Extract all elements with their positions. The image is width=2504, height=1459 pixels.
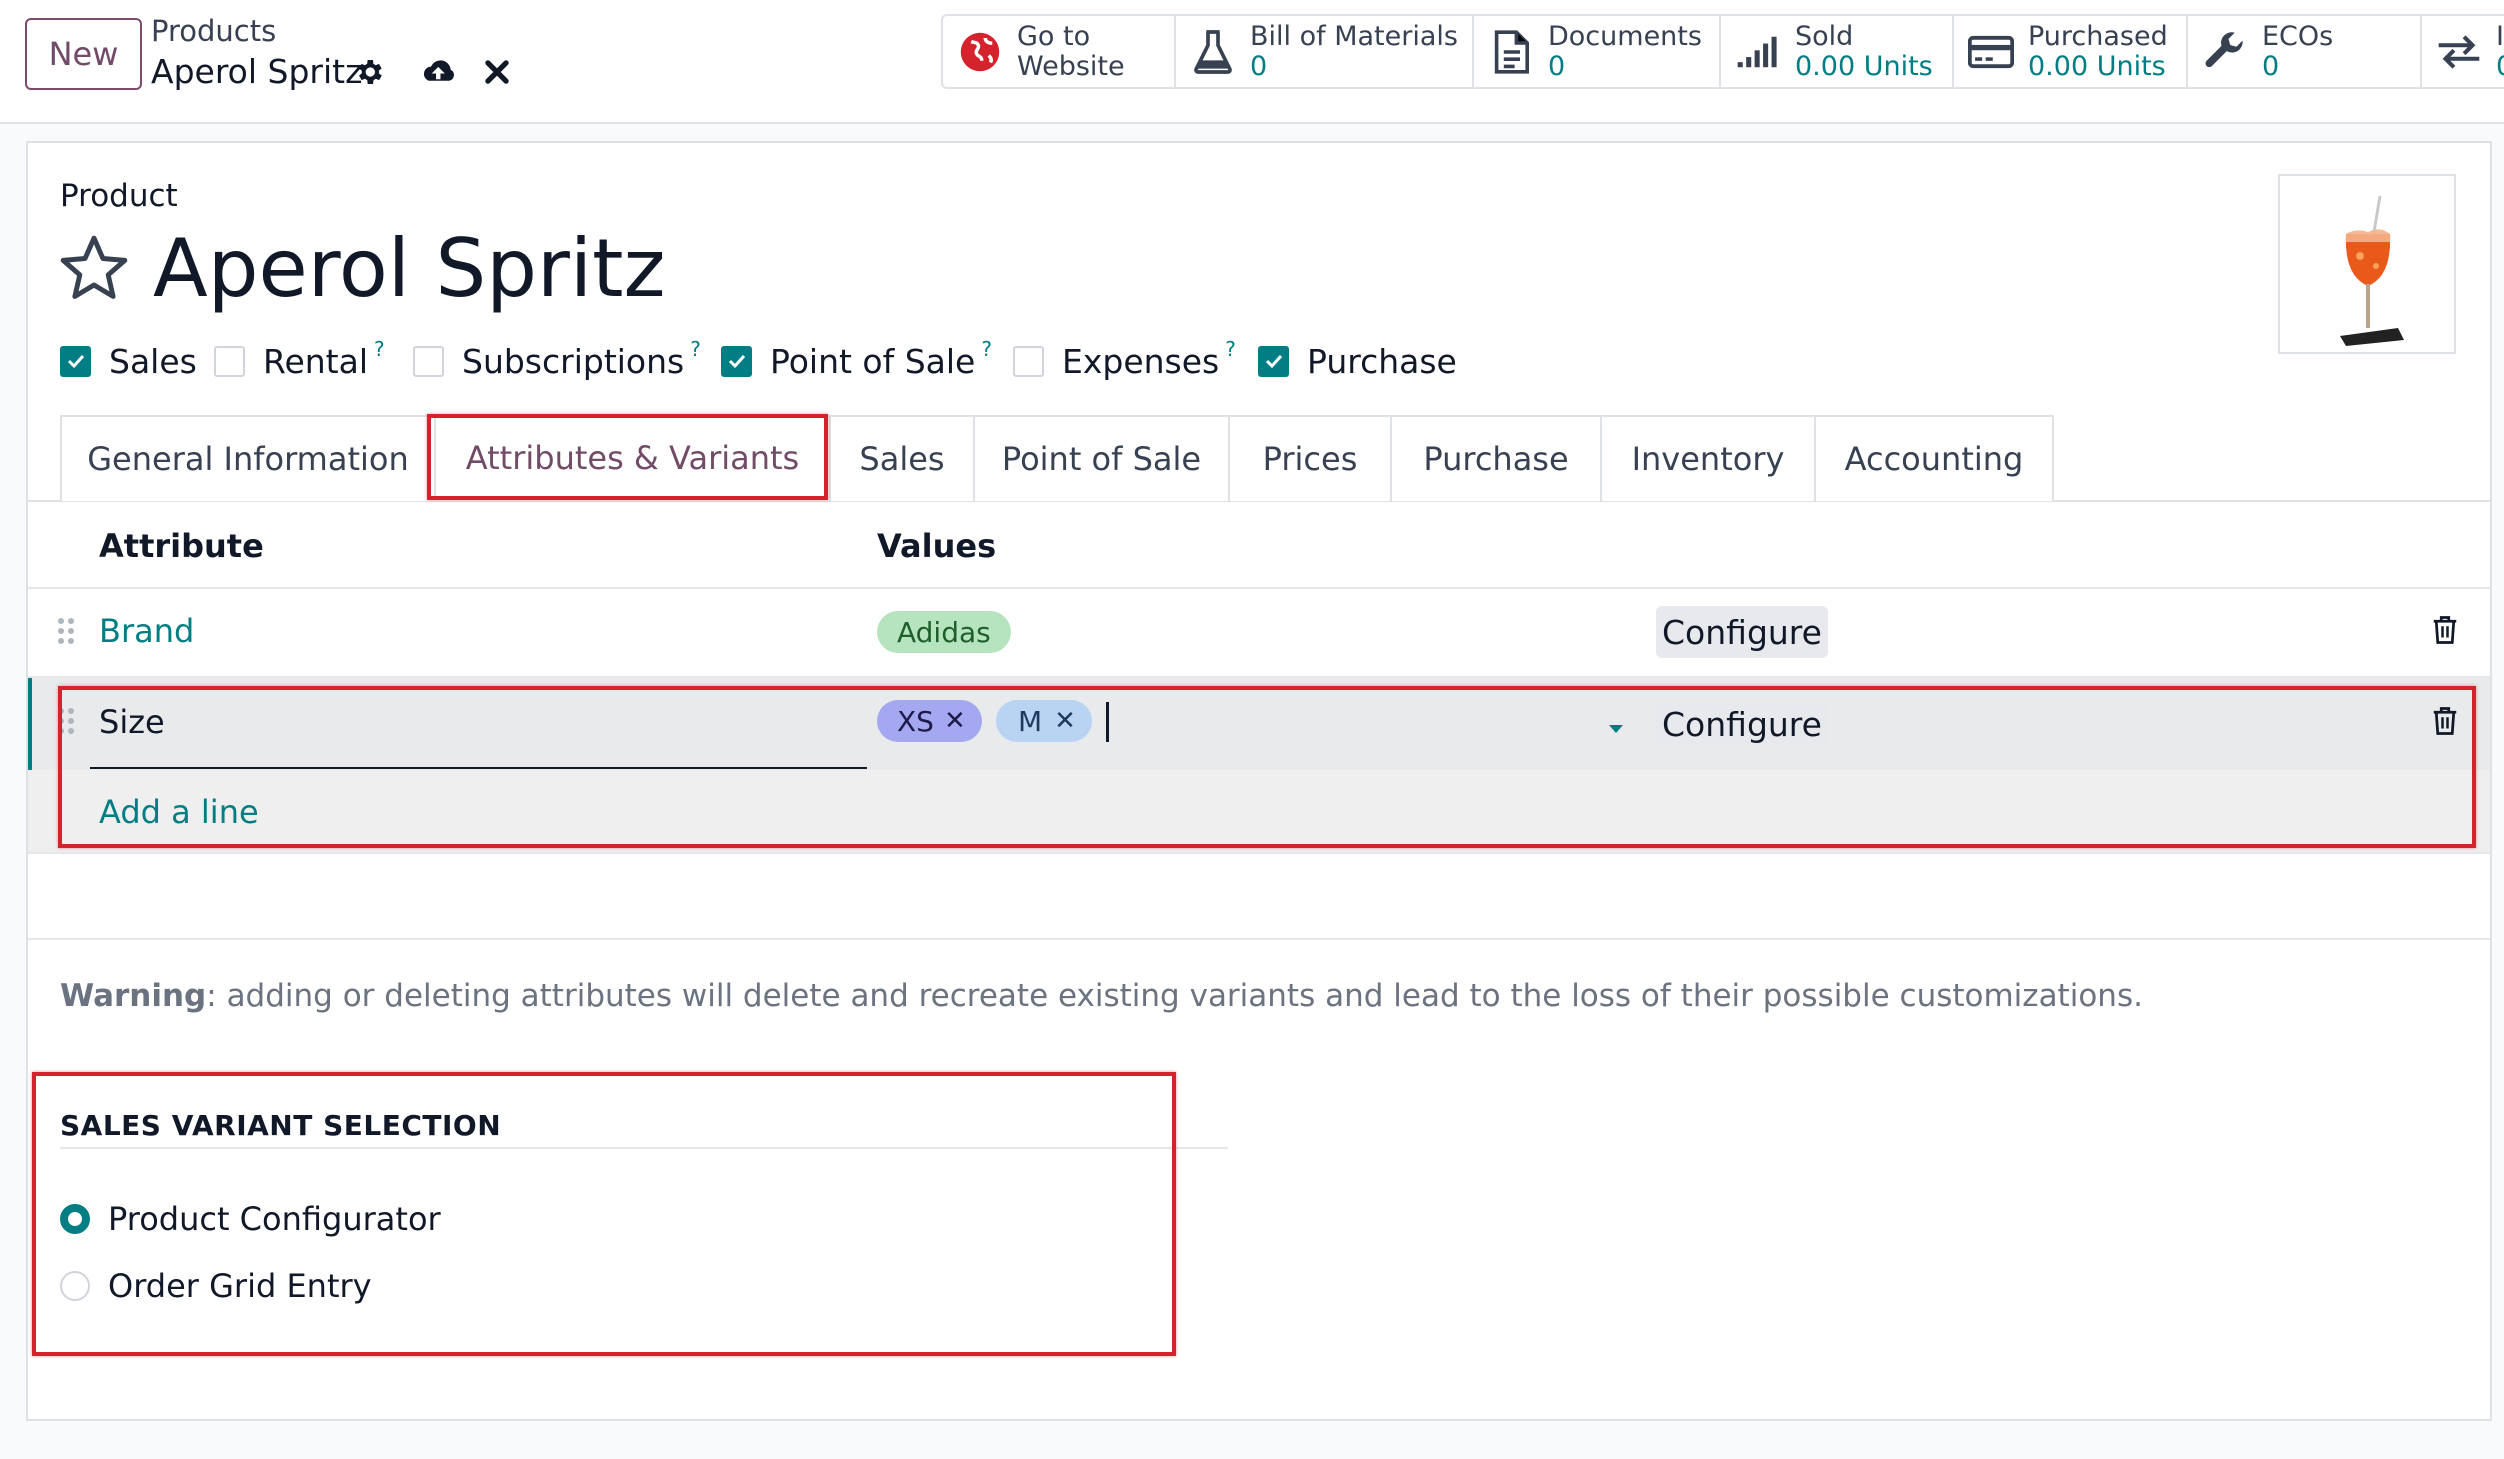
tab-point-of-sale[interactable]: Point of Sale <box>973 415 1230 501</box>
checkbox-subscriptions[interactable]: Subscriptions? <box>413 337 701 381</box>
checkbox-sales[interactable]: Sales <box>60 341 197 381</box>
tab-accounting[interactable]: Accounting <box>1814 415 2054 501</box>
star-favorite-icon[interactable] <box>57 232 131 306</box>
discard-x-icon[interactable] <box>478 53 516 91</box>
table-row[interactable] <box>28 589 2490 677</box>
row-divider <box>28 852 2490 854</box>
gear-icon[interactable] <box>350 53 388 91</box>
warning-label: Warning <box>60 978 207 1014</box>
trash-icon[interactable] <box>2432 615 2460 647</box>
smart-label: I <box>2496 20 2504 52</box>
tab-prices[interactable]: Prices <box>1228 415 1392 501</box>
smart-label: Purchased <box>2028 20 2168 52</box>
sold-button[interactable]: Sold 0.00 Units <box>1721 16 1954 87</box>
tab-sales[interactable]: Sales <box>829 415 975 501</box>
warning-text: Warning: adding or deleting attributes w… <box>60 978 2143 1014</box>
smart-label: ECOs <box>2262 20 2334 52</box>
configure-button[interactable]: Configure <box>1656 606 1828 658</box>
checkbox-box[interactable] <box>721 345 752 377</box>
checkbox-point-of-sale[interactable]: Point of Sale? <box>721 337 992 381</box>
control-panel: New Products Aperol Spritz Go to Website … <box>0 0 2504 124</box>
checkbox-purchase[interactable]: Purchase <box>1258 341 1457 381</box>
transfers-button[interactable]: I0 <box>2422 16 2504 87</box>
warning-message: : adding or deleting attributes will del… <box>206 978 2143 1014</box>
tab-general-information[interactable]: General Information <box>60 415 436 501</box>
drag-handle-icon[interactable] <box>56 616 76 646</box>
ecos-button[interactable]: ECOs 0 <box>2188 16 2422 87</box>
help-tooltip-icon[interactable]: ? <box>1225 337 1236 361</box>
checkbox-label: Sales <box>109 341 197 381</box>
help-tooltip-icon[interactable]: ? <box>374 337 385 361</box>
new-button[interactable]: New <box>25 18 142 90</box>
notebook-tabs: General Information Attributes & Variant… <box>60 415 2054 501</box>
help-tooltip-icon[interactable]: ? <box>690 337 701 361</box>
checkbox-label: Point of Sale <box>770 341 976 381</box>
globe-icon <box>957 29 1003 75</box>
checkbox-box[interactable] <box>1013 345 1044 377</box>
go-to-website-button[interactable]: Go to Website <box>943 16 1176 87</box>
smart-label: Go to <box>1017 20 1091 52</box>
transfer-arrows-icon <box>2436 29 2482 75</box>
checkbox-label: Expenses <box>1062 341 1220 381</box>
smart-buttons-bar: Go to Website Bill of Materials 0 Document… <box>941 14 2504 89</box>
checkbox-box[interactable] <box>60 345 91 377</box>
smart-value: 0 <box>1250 50 1268 82</box>
attribute-name[interactable]: Brand <box>99 612 194 650</box>
smart-value: 0 <box>2496 51 2504 82</box>
document-icon <box>1488 29 1534 75</box>
highlight-box-variant-selection <box>32 1072 1176 1356</box>
smart-value: 0 <box>2262 50 2280 82</box>
highlight-box-tab <box>427 414 828 500</box>
checkbox-box[interactable] <box>1258 345 1289 377</box>
product-label: Product <box>60 178 178 214</box>
product-image[interactable] <box>2278 174 2456 354</box>
smart-value: 0.00 Units <box>1795 50 1933 82</box>
checkbox-expenses[interactable]: Expenses? <box>1013 337 1236 381</box>
documents-button[interactable]: Documents 0 <box>1474 16 1721 87</box>
checkbox-label: Rental <box>263 341 368 381</box>
wrench-icon <box>2202 29 2248 75</box>
breadcrumb-current: Aperol Spritz <box>151 52 363 91</box>
checkbox-rental[interactable]: Rental? <box>214 337 385 381</box>
column-header-values[interactable]: Values <box>877 527 996 565</box>
bar-chart-icon <box>1735 29 1781 75</box>
checkbox-label: Subscriptions <box>462 341 685 381</box>
credit-card-icon <box>1968 29 2014 75</box>
column-header-attribute[interactable]: Attribute <box>99 527 264 565</box>
flask-icon <box>1190 29 1236 75</box>
checkbox-label: Purchase <box>1307 341 1457 381</box>
bill-of-materials-button[interactable]: Bill of Materials 0 <box>1176 16 1474 87</box>
value-tag: Adidas <box>877 611 1011 653</box>
row-edit-indicator <box>28 678 32 770</box>
checkbox-box[interactable] <box>214 345 245 377</box>
smart-value: 0.00 Units <box>2028 50 2166 82</box>
product-name[interactable]: Aperol Spritz <box>153 222 666 315</box>
smart-value: 0 <box>1548 50 1566 82</box>
tab-inventory[interactable]: Inventory <box>1600 415 1816 501</box>
smart-label: Documents <box>1548 20 1702 52</box>
tab-purchase[interactable]: Purchase <box>1390 415 1602 501</box>
smart-label: Sold <box>1795 20 1854 52</box>
breadcrumb-parent[interactable]: Products <box>151 14 276 48</box>
smart-label-2: Website <box>1017 50 1125 82</box>
help-tooltip-icon[interactable]: ? <box>981 337 992 361</box>
purchased-button[interactable]: Purchased 0.00 Units <box>1954 16 2188 87</box>
highlight-box-size-row <box>58 686 2476 848</box>
table-footer-divider <box>28 938 2490 940</box>
checkbox-box[interactable] <box>413 345 444 377</box>
cloud-upload-icon[interactable] <box>420 53 458 91</box>
smart-label: Bill of Materials <box>1250 20 1458 52</box>
